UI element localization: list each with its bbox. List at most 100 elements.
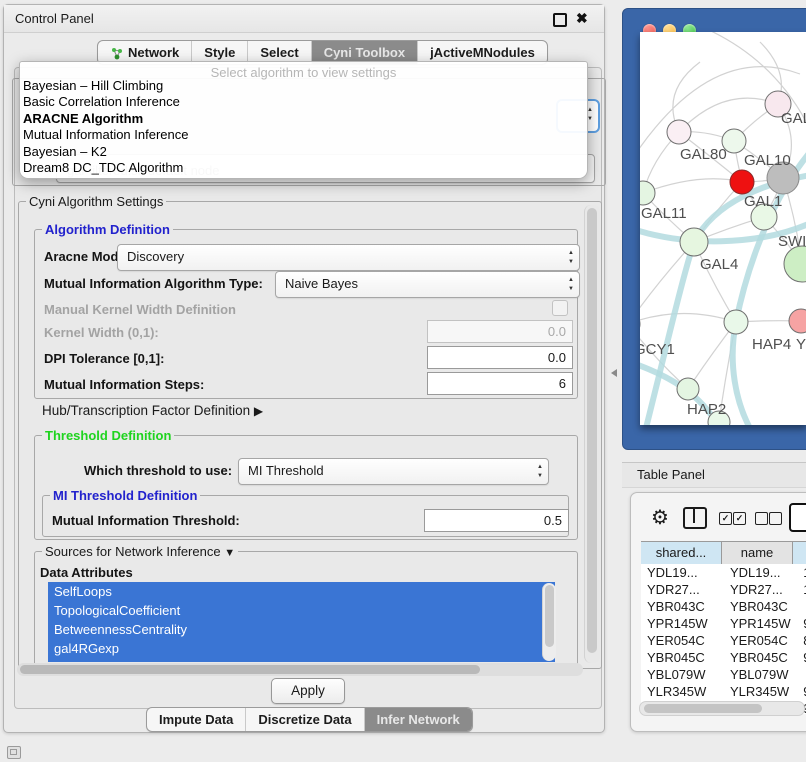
aracne-mode-value: Discovery — [127, 249, 184, 264]
deselect-all-icon[interactable] — [769, 512, 782, 525]
close-window-icon[interactable]: ✖ — [576, 10, 588, 27]
settings-horizontal-scrollbar-thumb[interactable] — [20, 665, 480, 674]
algorithm-option[interactable]: Dream8 DC_TDC Algorithm — [23, 160, 584, 176]
table-row[interactable]: YPR145WYPR145W9. — [641, 615, 806, 632]
table-cell: YBR043C — [724, 598, 797, 615]
hub-definition-toggle[interactable]: Hub/Transcription Factor Definition ▶ — [42, 403, 263, 418]
table-horizontal-scrollbar-thumb[interactable] — [644, 704, 762, 713]
kernel-width-field[interactable]: 0.0 — [427, 320, 573, 343]
table-row[interactable]: YDL19...YDL19...13 — [641, 564, 806, 581]
algorithm-option[interactable]: Bayesian – Hill Climbing — [23, 78, 584, 94]
which-threshold-value: MI Threshold — [248, 463, 324, 478]
kernel-width-label: Kernel Width (0,1): — [44, 325, 159, 340]
dpi-tolerance-value: 0.0 — [548, 350, 566, 365]
attributes-scrollbar-thumb[interactable] — [545, 585, 554, 647]
spinner-up-icon: ▲ — [568, 276, 574, 285]
data-attributes-list[interactable]: SelfLoopsTopologicalCoefficientBetweenne… — [48, 582, 555, 662]
table-cell: YBR043C — [641, 598, 724, 615]
network-node[interactable] — [677, 378, 699, 400]
tab-infer-network-label: Infer Network — [377, 712, 460, 727]
network-node-label: HAP4 — [752, 336, 791, 353]
network-edge-highlighted — [733, 322, 752, 425]
algorithm-option[interactable]: Bayesian – K2 — [23, 144, 584, 160]
network-node[interactable] — [640, 181, 655, 205]
data-attribute-item[interactable]: TopologicalCoefficient — [48, 601, 555, 620]
table-cell: YLR345W — [641, 683, 724, 700]
table-cell: 9. — [797, 615, 806, 632]
table-cell: YDL19... — [724, 564, 797, 581]
spinner-up-icon: ▲ — [537, 463, 543, 472]
mi-algorithm-type-label: Mutual Information Algorithm Type: — [44, 276, 263, 291]
tab-impute-data[interactable]: Impute Data — [147, 708, 245, 731]
mi-algorithm-type-combo[interactable]: Naive Bayes ▲▼ — [275, 271, 580, 298]
manual-kernel-width-label: Manual Kernel Width Definition — [44, 302, 236, 317]
table-cell: 12 — [797, 581, 806, 598]
table-row[interactable]: YBR043CYBR043C — [641, 598, 806, 615]
control-panel-titlebar: Control Panel ✖ — [4, 5, 604, 33]
select-all-check-icon[interactable]: ✓ — [733, 512, 746, 525]
settings-vertical-scrollbar-thumb[interactable] — [587, 208, 597, 653]
float-window-icon[interactable] — [553, 13, 567, 27]
table-header-row[interactable]: shared...nameA — [641, 541, 806, 565]
table-row[interactable]: YBR045CYBR045C9. — [641, 649, 806, 666]
settings-vertical-scrollbar[interactable] — [584, 205, 600, 663]
algorithm-definition-title: Algorithm Definition — [42, 222, 173, 237]
data-attributes-label: Data Attributes — [40, 565, 133, 580]
table-horizontal-scrollbar[interactable] — [639, 701, 805, 716]
tab-network-label: Network — [128, 45, 179, 60]
spinner-up-icon: ▲ — [568, 249, 574, 258]
table-cell: YPR145W — [641, 615, 724, 632]
network-node[interactable] — [730, 170, 754, 194]
network-node-label: GAL4 — [700, 256, 738, 273]
data-attribute-item[interactable]: gal4RGexp — [48, 639, 555, 658]
table-cell: 9. — [797, 649, 806, 666]
apply-button[interactable]: Apply — [271, 678, 345, 704]
gear-icon[interactable]: ⚙ — [651, 505, 669, 530]
columns-icon[interactable] — [683, 507, 707, 529]
attributes-scrollbar[interactable] — [542, 583, 556, 661]
which-threshold-combo[interactable]: MI Threshold ▲▼ — [238, 458, 549, 485]
network-node-label: SWI4 — [778, 233, 806, 250]
data-attribute-item[interactable]: SelfLoops — [48, 582, 555, 601]
tab-cyni-toolbox-label: Cyni Toolbox — [324, 45, 405, 60]
network-canvas[interactable]: GALGAL80GAL10GAL1GAL11SWI4GAL4GCY1HAP4YH… — [640, 32, 806, 425]
document-icon[interactable] — [789, 503, 806, 532]
panel-divider-arrow-icon[interactable] — [611, 369, 617, 377]
dpi-tolerance-field[interactable]: 0.0 — [427, 346, 573, 369]
network-node[interactable] — [667, 120, 691, 144]
manual-kernel-width-checkbox[interactable] — [552, 300, 568, 316]
select-all-check-icon[interactable]: ✓ — [719, 512, 732, 525]
network-node[interactable] — [724, 310, 748, 334]
collapsed-panel-icon[interactable] — [7, 746, 21, 759]
aracne-mode-combo[interactable]: Discovery ▲▼ — [117, 244, 580, 271]
tab-impute-data-label: Impute Data — [159, 712, 233, 727]
mi-threshold-field[interactable]: 0.5 — [424, 509, 569, 532]
sources-toggle[interactable]: Sources for Network Inference ▼ — [42, 544, 238, 559]
algorithm-option[interactable]: Basic Correlation Inference — [23, 94, 584, 110]
algorithm-option[interactable]: Mutual Information Inference — [23, 127, 584, 143]
network-node[interactable] — [680, 228, 708, 256]
table-row[interactable]: YDR27...YDR27...12 — [641, 581, 806, 598]
data-attribute-item[interactable]: BetweennessCentrality — [48, 620, 555, 639]
network-node-label: GCY1 — [640, 341, 675, 358]
settings-horizontal-scrollbar[interactable] — [17, 663, 583, 676]
table-column-header[interactable]: shared... — [641, 542, 722, 564]
table-column-header[interactable]: name — [722, 542, 793, 564]
tab-discretize-data[interactable]: Discretize Data — [245, 708, 363, 731]
table-row[interactable]: YLR345WYLR345W9. — [641, 683, 806, 700]
window-title: Control Panel — [15, 11, 94, 26]
table-row[interactable]: YER054CYER054C8. — [641, 632, 806, 649]
table-body[interactable]: YDL19...YDL19...13YDR27...YDR27...12YBR0… — [641, 564, 806, 714]
deselect-all-icon[interactable] — [755, 512, 768, 525]
mi-steps-field[interactable]: 6 — [427, 372, 573, 395]
network-node[interactable] — [789, 309, 806, 333]
tab-infer-network[interactable]: Infer Network — [364, 708, 472, 731]
mi-threshold-value: 0.5 — [544, 513, 562, 528]
table-row[interactable]: YBL079WYBL079W — [641, 666, 806, 683]
network-node[interactable] — [784, 246, 806, 282]
algorithm-option[interactable]: ARACNE Algorithm — [23, 111, 584, 127]
table-cell: YDL19... — [641, 564, 724, 581]
table-column-header[interactable]: A — [793, 542, 806, 564]
algorithm-dropdown-popup: Select algorithm to view settings Bayesi… — [19, 61, 588, 179]
table-cell: YBL079W — [724, 666, 797, 683]
